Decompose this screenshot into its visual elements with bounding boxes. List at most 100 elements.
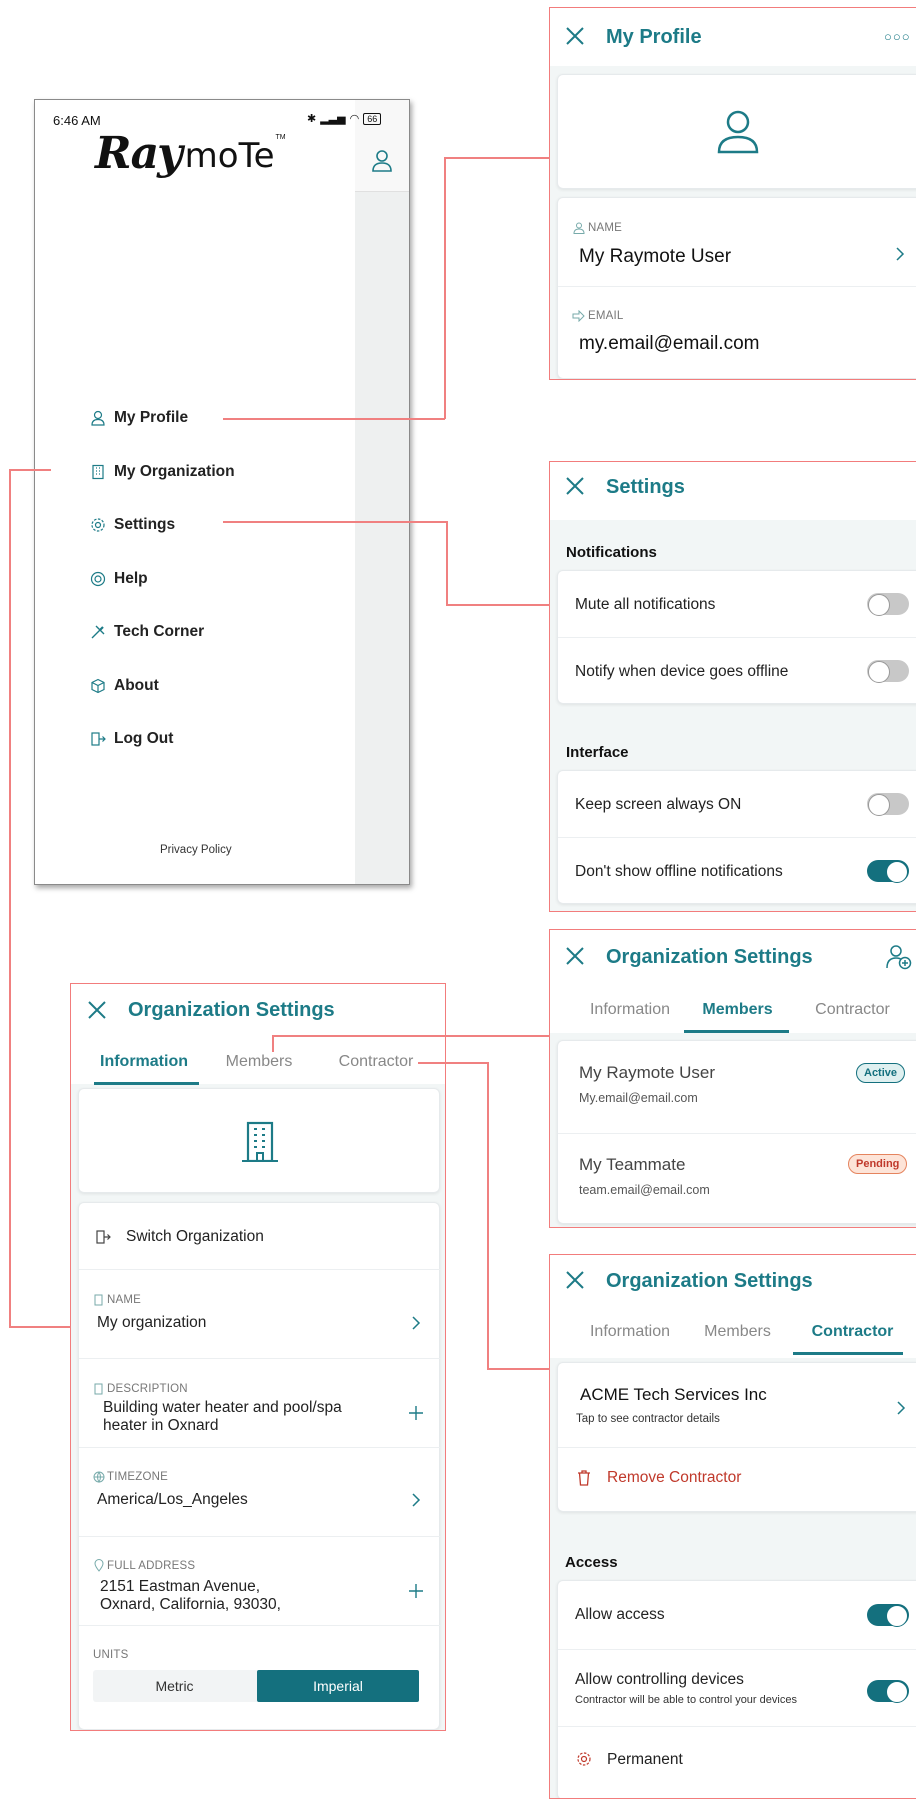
- keep-screen-toggle[interactable]: [867, 793, 909, 816]
- tab-underline: [793, 1352, 903, 1355]
- hide-offline-toggle[interactable]: [867, 860, 909, 883]
- close-icon[interactable]: [564, 1269, 586, 1291]
- name-label: NAME: [107, 1294, 142, 1306]
- tab-contractor[interactable]: Contractor: [795, 1001, 910, 1019]
- menu-my-profile[interactable]: My Profile: [90, 409, 188, 427]
- building-icon: [94, 1383, 103, 1395]
- switch-icon: [96, 1230, 111, 1244]
- hide-offline-label: Don't show offline notifications: [575, 863, 783, 880]
- member-email: team.email@email.com: [579, 1183, 710, 1197]
- allow-control-hint: Contractor will be able to control your …: [575, 1694, 797, 1706]
- building-icon: [92, 464, 104, 480]
- email-value: my.email@email.com: [579, 333, 760, 354]
- menu-settings[interactable]: Settings: [90, 516, 175, 534]
- plus-icon: [409, 1406, 423, 1420]
- close-icon[interactable]: [564, 25, 586, 47]
- unit-metric-button[interactable]: Metric: [93, 1670, 256, 1702]
- tab-members[interactable]: Members: [685, 1001, 790, 1019]
- allow-access-toggle[interactable]: [867, 1604, 909, 1627]
- access-header: Access: [565, 1554, 618, 1571]
- menu-label: Settings: [114, 516, 176, 533]
- allow-access-label: Allow access: [575, 1606, 665, 1623]
- connector-line: [223, 418, 445, 420]
- mute-all-toggle[interactable]: [867, 593, 909, 616]
- unit-imperial-button[interactable]: Imperial: [257, 1670, 419, 1702]
- description-line-2: heater in Oxnard: [103, 1417, 219, 1434]
- globe-icon: [93, 1471, 105, 1483]
- timezone-label: TIMEZONE: [107, 1471, 169, 1483]
- member-row[interactable]: My Raymote User My.email@email.com Activ…: [558, 1041, 916, 1133]
- tab-underline: [684, 1030, 789, 1033]
- remove-contractor-button[interactable]: Remove Contractor: [558, 1448, 916, 1512]
- menu-help[interactable]: Help: [90, 570, 148, 588]
- keep-screen-label: Keep screen always ON: [575, 796, 742, 813]
- avatar-card: [557, 74, 916, 189]
- gear-icon: [91, 518, 105, 532]
- tab-members[interactable]: Members: [685, 1323, 790, 1341]
- connector-line: [444, 157, 550, 159]
- menu-label: Help: [114, 570, 148, 587]
- chevron-right-icon: [412, 1493, 421, 1507]
- privacy-policy-link[interactable]: Privacy Policy: [160, 844, 232, 856]
- divider: [558, 837, 916, 838]
- contractor-card: ACME Tech Services Inc Tap to see contra…: [557, 1362, 916, 1512]
- name-label: NAME: [588, 222, 623, 234]
- interface-header: Interface: [566, 744, 629, 761]
- close-icon[interactable]: [564, 475, 586, 497]
- close-icon[interactable]: [564, 945, 586, 967]
- address-row[interactable]: FULL ADDRESS 2151 Eastman Avenue, Oxnard…: [79, 1537, 441, 1625]
- more-options-icon[interactable]: ○○○: [884, 29, 911, 44]
- my-profile-panel: My Profile ○○○ NAME My Raymote User EMAI…: [549, 7, 916, 380]
- menu-label: Tech Corner: [114, 623, 205, 640]
- connector-line: [487, 1062, 489, 1369]
- org-logo-card: [78, 1088, 440, 1193]
- permanent-row[interactable]: Permanent: [558, 1727, 916, 1797]
- logout-icon: [91, 732, 106, 746]
- menu-label: Log Out: [114, 730, 174, 747]
- page-title: Organization Settings: [606, 946, 813, 968]
- member-row[interactable]: My Teammate team.email@email.com Pending: [558, 1134, 916, 1224]
- tab-information[interactable]: Information: [570, 1001, 690, 1019]
- notifications-header: Notifications: [566, 544, 657, 561]
- logo-ray: Ray: [95, 128, 183, 179]
- description-row[interactable]: DESCRIPTION Building water heater and po…: [79, 1359, 441, 1447]
- tab-information[interactable]: Information: [88, 1053, 200, 1071]
- switch-organization-button[interactable]: Switch Organization: [79, 1203, 441, 1269]
- connector-line: [444, 157, 446, 419]
- units-toggle-group: Metric Imperial: [93, 1670, 419, 1702]
- tab-contractor[interactable]: Contractor: [795, 1323, 910, 1341]
- connector-line: [272, 1035, 550, 1037]
- org-contractor-panel: Organization Settings Information Member…: [549, 1254, 916, 1799]
- allow-control-toggle[interactable]: [867, 1680, 909, 1703]
- member-email: My.email@email.com: [579, 1091, 698, 1105]
- logo-tm: TM: [275, 134, 286, 141]
- timezone-row[interactable]: TIMEZONE America/Los_Angeles: [79, 1448, 441, 1536]
- chevron-right-icon: [412, 1316, 421, 1330]
- menu-tech-corner[interactable]: Tech Corner: [90, 623, 204, 641]
- menu-label: My Organization: [114, 463, 235, 480]
- add-member-icon[interactable]: [886, 944, 912, 970]
- member-name: My Raymote User: [579, 1063, 716, 1082]
- profile-avatar-icon[interactable]: [372, 150, 392, 172]
- description-label: DESCRIPTION: [107, 1383, 188, 1395]
- name-row[interactable]: NAME My Raymote User: [558, 198, 916, 286]
- building-icon: [242, 1121, 278, 1162]
- menu-my-organization[interactable]: My Organization: [90, 463, 235, 481]
- menu-about[interactable]: About: [90, 677, 159, 695]
- org-information-panel: Organization Settings Information Member…: [70, 983, 446, 1731]
- close-icon[interactable]: [86, 999, 108, 1021]
- name-row[interactable]: NAME My organization: [79, 1270, 441, 1358]
- divider: [558, 637, 916, 638]
- access-card: Allow access Allow controlling devices C…: [557, 1580, 916, 1798]
- contractor-hint: Tap to see contractor details: [576, 1413, 720, 1425]
- tab-information[interactable]: Information: [570, 1323, 690, 1341]
- trash-icon: [578, 1470, 590, 1486]
- menu-log-out[interactable]: Log Out: [90, 730, 173, 748]
- contractor-row[interactable]: ACME Tech Services Inc Tap to see contra…: [558, 1363, 916, 1447]
- chevron-right-icon: [896, 247, 905, 261]
- notify-offline-toggle[interactable]: [867, 660, 909, 683]
- name-value: My Raymote User: [579, 246, 732, 267]
- remove-contractor-label: Remove Contractor: [607, 1469, 742, 1486]
- tab-members[interactable]: Members: [204, 1053, 314, 1071]
- divider: [558, 1649, 916, 1650]
